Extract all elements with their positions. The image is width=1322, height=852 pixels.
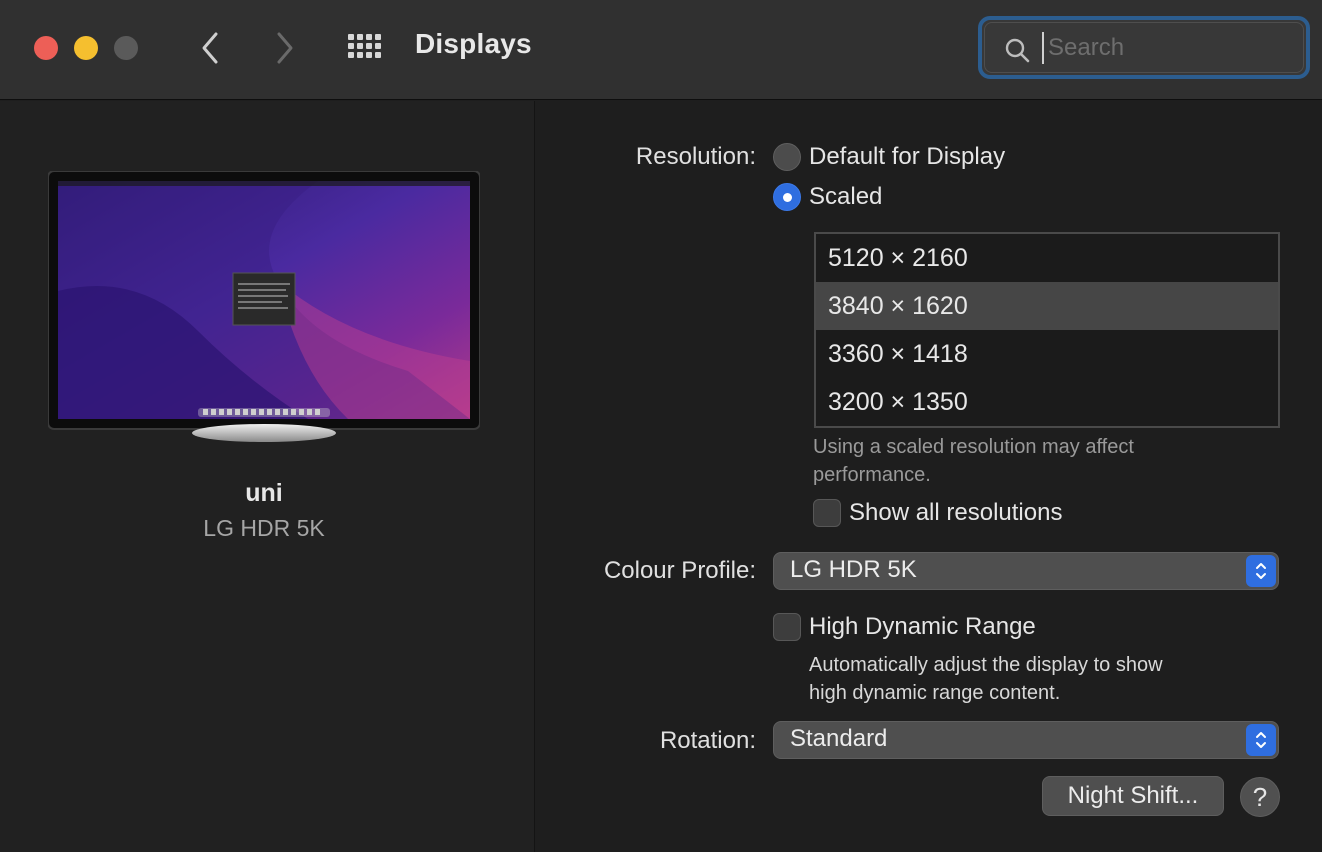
display-thumbnail[interactable] <box>47 170 481 443</box>
forward-button[interactable] <box>267 28 303 68</box>
show-all-button[interactable] <box>346 30 386 66</box>
display-settings-pane: Resolution: Default for Display Scaled 5… <box>536 101 1322 852</box>
rotation-popup[interactable]: Standard <box>773 721 1279 759</box>
hdr-label[interactable]: High Dynamic Range <box>809 613 1036 641</box>
zoom-button[interactable] <box>114 36 138 60</box>
window-title: Displays <box>415 28 532 59</box>
scaled-note-line2: performance. <box>813 464 931 486</box>
default-for-display-label[interactable]: Default for Display <box>809 143 1005 171</box>
up-down-chevron-icon <box>1246 555 1276 587</box>
minimize-button[interactable] <box>74 36 98 60</box>
radio-scaled[interactable] <box>773 183 801 211</box>
hdr-description-line1: Automatically adjust the display to show <box>809 654 1163 676</box>
show-all-resolutions-label[interactable]: Show all resolutions <box>849 499 1062 527</box>
close-button[interactable] <box>34 36 58 60</box>
search-input[interactable] <box>1042 32 1292 64</box>
grid-icon <box>346 30 386 66</box>
colour-profile-popup[interactable]: LG HDR 5K <box>773 552 1279 590</box>
system-preferences-window: Displays Search uni LG HDR 5K Resolution… <box>0 0 1322 852</box>
chevron-right-icon <box>277 32 293 64</box>
radio-default-for-display[interactable] <box>773 143 801 171</box>
hdr-description-line2: high dynamic range content. <box>809 682 1061 704</box>
search-field[interactable] <box>978 16 1310 79</box>
help-button[interactable]: ? <box>1240 777 1280 817</box>
resolution-item[interactable]: 3200 × 1350 <box>816 378 1278 426</box>
resolution-item[interactable]: 5120 × 2160 <box>816 234 1278 282</box>
resolution-item[interactable]: 3360 × 1418 <box>816 330 1278 378</box>
show-all-resolutions-checkbox[interactable] <box>813 499 841 527</box>
rotation-label: Rotation: <box>659 727 756 754</box>
resolution-list[interactable]: 5120 × 2160 3840 × 1620 3360 × 1418 3200… <box>814 232 1280 428</box>
resolution-item-selected[interactable]: 3840 × 1620 <box>816 282 1278 330</box>
colour-profile-value: LG HDR 5K <box>790 556 917 583</box>
hdr-checkbox[interactable] <box>773 613 801 641</box>
display-model: LG HDR 5K <box>203 515 325 541</box>
night-shift-button[interactable]: Night Shift... <box>1042 776 1224 816</box>
back-button[interactable] <box>192 28 228 68</box>
rotation-value: Standard <box>790 725 888 752</box>
search-icon <box>1005 38 1030 63</box>
display-sidebar: uni LG HDR 5K <box>0 101 535 852</box>
up-down-chevron-icon <box>1246 724 1276 756</box>
chevron-left-icon <box>202 32 218 64</box>
colour-profile-label: Colour Profile: <box>603 557 756 584</box>
toolbar: Displays <box>0 0 1322 100</box>
display-name: uni <box>245 479 283 507</box>
resolution-label: Resolution: <box>635 143 756 170</box>
monitor-icon <box>47 170 481 442</box>
scaled-note-line1: Using a scaled resolution may affect <box>813 436 1134 458</box>
scaled-label[interactable]: Scaled <box>809 183 882 211</box>
